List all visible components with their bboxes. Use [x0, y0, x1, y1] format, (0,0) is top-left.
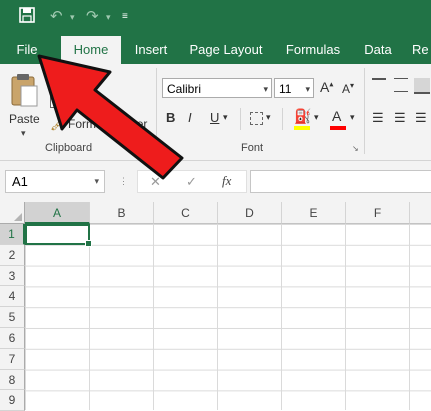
- copy-button[interactable]: Copy: [48, 92, 108, 110]
- paste-button[interactable]: Paste ▾: [6, 70, 44, 140]
- row-header[interactable]: 9: [0, 390, 25, 411]
- cancel-button[interactable]: ✕: [150, 174, 161, 190]
- paste-dropdown-icon[interactable]: ▾: [21, 128, 26, 139]
- underline-dropdown-icon[interactable]: ▾: [223, 112, 228, 123]
- format-painter-button[interactable]: 🖌 Format Painter: [48, 116, 158, 134]
- align-center-icon[interactable]: ☰: [394, 110, 406, 126]
- formula-input[interactable]: [250, 170, 431, 193]
- chevron-down-icon[interactable]: ▾: [263, 79, 268, 99]
- font-group-label: Font: [241, 142, 264, 154]
- column-header[interactable]: C: [154, 202, 218, 224]
- align-left-icon[interactable]: ☰: [372, 110, 384, 126]
- tab-home[interactable]: Home: [61, 36, 121, 64]
- fill-color-icon[interactable]: ⛽: [294, 108, 311, 125]
- fill-color-dropdown-icon[interactable]: ▾: [314, 112, 319, 123]
- worksheet-grid: A B C D E F 1 2 3 4 5 6 7 8 9: [0, 202, 431, 411]
- chevron-down-icon[interactable]: ▾: [305, 79, 310, 99]
- cell-area[interactable]: [25, 224, 431, 410]
- clipboard-group-label: Clipboard: [45, 142, 93, 154]
- tab-formulas[interactable]: Formulas: [278, 36, 348, 64]
- tab-data[interactable]: Data: [358, 36, 398, 64]
- column-header[interactable]: D: [218, 202, 282, 224]
- borders-dropdown-icon[interactable]: ▾: [266, 112, 271, 123]
- title-bar: ↶ ▾ ↷ ▾ ≡: [0, 0, 431, 36]
- column-header[interactable]: E: [282, 202, 346, 224]
- save-icon[interactable]: [18, 6, 36, 31]
- borders-icon[interactable]: [250, 112, 263, 125]
- undo-dropdown-icon[interactable]: ▾: [70, 6, 75, 28]
- row-header[interactable]: 7: [0, 348, 25, 370]
- format-painter-icon: 🖌: [50, 116, 67, 131]
- row-header[interactable]: 4: [0, 286, 25, 308]
- ribbon: Paste ▾ Copy 🖌 Format Painter Clipboard …: [0, 64, 431, 161]
- group-divider: [156, 68, 157, 154]
- font-dialog-launcher-icon[interactable]: ↘: [352, 144, 359, 153]
- tab-page-layout[interactable]: Page Layout: [184, 36, 268, 64]
- chevron-down-icon[interactable]: ▾: [94, 171, 99, 192]
- select-all-button[interactable]: [0, 202, 25, 224]
- column-header[interactable]: B: [90, 202, 154, 224]
- undo-icon[interactable]: ↶: [50, 6, 63, 28]
- font-color-bar: [330, 126, 346, 130]
- font-name-combo[interactable]: Calibri ▾: [162, 78, 272, 98]
- copy-icon: [50, 94, 64, 108]
- group-divider: [364, 68, 365, 154]
- name-box[interactable]: A1 ▾: [5, 170, 105, 193]
- column-header[interactable]: A: [25, 202, 90, 224]
- name-box-value: A1: [12, 174, 28, 189]
- align-middle-icon[interactable]: [394, 78, 408, 92]
- enter-button[interactable]: ✓: [186, 174, 197, 190]
- align-bottom-icon[interactable]: [414, 78, 430, 94]
- tab-file[interactable]: File: [6, 36, 48, 64]
- formula-bar-splitter[interactable]: ⋮: [119, 176, 128, 187]
- underline-button[interactable]: U: [210, 110, 219, 125]
- insert-function-button[interactable]: fx: [222, 173, 231, 189]
- font-name-value: Calibri: [167, 82, 202, 96]
- column-header[interactable]: F: [346, 202, 410, 224]
- font-color-dropdown-icon[interactable]: ▾: [350, 112, 355, 123]
- formula-buttons: ✕ ✓ fx: [137, 170, 247, 193]
- active-cell[interactable]: [25, 224, 92, 247]
- font-size-combo[interactable]: 11 ▾: [274, 78, 314, 98]
- tab-insert[interactable]: Insert: [124, 36, 178, 64]
- row-header[interactable]: 6: [0, 328, 25, 349]
- format-painter-label: Format Painter: [68, 117, 148, 131]
- formula-bar: A1 ▾ ⋮ ✕ ✓ fx: [0, 161, 431, 203]
- align-top-icon[interactable]: [372, 78, 386, 92]
- divider: [240, 108, 241, 130]
- tab-review[interactable]: Re: [412, 36, 431, 64]
- decrease-font-size-button[interactable]: A▾: [342, 81, 354, 96]
- row-header[interactable]: 3: [0, 265, 25, 287]
- align-right-icon[interactable]: ☰: [415, 110, 427, 126]
- bold-button[interactable]: B: [166, 110, 175, 125]
- row-header[interactable]: 1: [0, 224, 25, 245]
- paste-icon: [11, 74, 38, 107]
- row-header[interactable]: 5: [0, 307, 25, 328]
- increase-font-size-button[interactable]: A▴: [320, 79, 333, 95]
- row-header[interactable]: 2: [0, 244, 25, 266]
- font-size-value: 11: [279, 82, 292, 96]
- divider: [282, 108, 283, 130]
- copy-label: Copy: [68, 93, 97, 107]
- row-header[interactable]: 8: [0, 369, 25, 391]
- font-color-icon[interactable]: A: [332, 108, 341, 124]
- fill-color-bar: [294, 126, 310, 130]
- paste-label: Paste: [9, 112, 40, 126]
- ribbon-tabs: File Home Insert Page Layout Formulas Da…: [0, 36, 431, 64]
- redo-dropdown-icon[interactable]: ▾: [106, 6, 111, 28]
- customize-quick-access-icon[interactable]: ≡: [122, 6, 128, 28]
- italic-button[interactable]: I: [188, 110, 192, 125]
- column-header[interactable]: [410, 202, 431, 224]
- redo-icon[interactable]: ↷: [86, 6, 99, 28]
